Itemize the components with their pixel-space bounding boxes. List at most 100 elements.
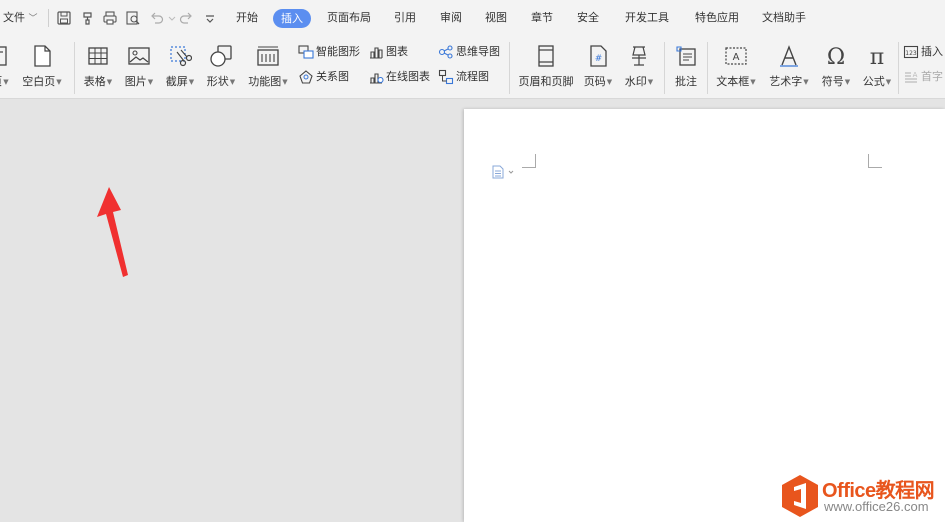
screenshot-label: 截屏: [165, 75, 188, 88]
header-footer-button[interactable]: 页眉和页脚: [516, 42, 576, 92]
flow-chart-button[interactable]: 流程图: [438, 68, 494, 86]
tab-doc-assistant[interactable]: 文档助手: [762, 0, 806, 36]
dropdown-caret-icon: ▼: [106, 78, 113, 86]
save-icon[interactable]: [56, 10, 72, 26]
divider: [509, 42, 510, 94]
text-box-button[interactable]: A 文本框▼: [712, 42, 760, 92]
document-workspace[interactable]: [0, 100, 945, 522]
dropdown-caret-icon: ▼: [3, 78, 9, 86]
site-watermark: Office教程网 www.office26.com: [780, 472, 945, 520]
symbol-button[interactable]: Ω 符号▼: [818, 42, 854, 92]
svg-text:#: #: [595, 54, 603, 64]
shapes-button[interactable]: 形状▼: [203, 42, 239, 92]
redo-icon[interactable]: [178, 10, 194, 26]
comment-button[interactable]: 批注: [670, 42, 702, 92]
table-button[interactable]: 表格▼: [80, 42, 116, 92]
format-painter-icon[interactable]: [80, 10, 96, 26]
mind-map-label: 思维导图: [456, 45, 500, 58]
blank-page-button[interactable]: 空白页▼: [18, 42, 66, 92]
svg-text:π: π: [870, 45, 884, 68]
undo-dropdown-icon[interactable]: [164, 10, 176, 26]
mind-map-button[interactable]: 思维导图: [438, 43, 504, 61]
tab-review[interactable]: 审阅: [440, 0, 462, 36]
art-text-icon: [777, 44, 801, 68]
tab-chapter[interactable]: 章节: [531, 0, 553, 36]
smart-shape-label: 智能图形: [316, 45, 360, 58]
chart-button[interactable]: 图表: [368, 43, 412, 61]
red-arrow-annotation: [95, 185, 135, 280]
page-number-button[interactable]: # 页码▼: [580, 42, 616, 92]
comment-icon: [674, 44, 698, 68]
insert-number-button[interactable]: 123 插入: [903, 43, 945, 61]
margin-corner-top-right: [868, 154, 882, 168]
page-number-icon: #: [586, 44, 610, 68]
picture-icon: [127, 44, 151, 68]
paragraph-layout-icon[interactable]: [492, 165, 518, 179]
scissors-icon: [168, 44, 192, 68]
tab-view[interactable]: 视图: [485, 0, 507, 36]
watermark-label: 水印: [624, 75, 647, 88]
watermark-icon: [627, 44, 651, 68]
header-footer-label: 页眉和页脚: [518, 75, 574, 88]
customize-toolbar-icon[interactable]: [202, 10, 218, 26]
insert-number-icon: 123: [903, 44, 919, 60]
function-chart-icon: [256, 44, 280, 68]
function-chart-button[interactable]: 功能图▼: [245, 42, 291, 92]
print-icon[interactable]: [102, 10, 118, 26]
flow-chart-icon: [438, 69, 454, 85]
watermark-button[interactable]: 水印▼: [621, 42, 657, 92]
shapes-label: 形状: [206, 75, 229, 88]
relation-chart-button[interactable]: 关系图: [298, 68, 354, 86]
tab-special-apps[interactable]: 特色应用: [695, 0, 739, 36]
tab-home[interactable]: 开始: [236, 0, 258, 36]
formula-button[interactable]: π 公式▼: [859, 42, 895, 92]
cover-page-button[interactable]: 页▼: [0, 42, 12, 92]
tab-page-layout[interactable]: 页面布局: [327, 0, 371, 36]
divider: [664, 42, 665, 94]
divider: [707, 42, 708, 94]
dropdown-caret-icon: ▼: [885, 78, 892, 86]
divider: [898, 42, 899, 94]
dropdown-caret-icon: ▼: [606, 78, 613, 86]
dropdown-caret-icon: ▼: [229, 78, 236, 86]
dropdown-caret-icon: ▼: [803, 78, 809, 86]
page-number-label: 页码: [583, 75, 606, 88]
relation-chart-label: 关系图: [316, 70, 349, 83]
undo-icon[interactable]: [149, 10, 165, 26]
file-menu[interactable]: 文件 ﹀: [3, 0, 38, 36]
margin-corner-top-left: [522, 154, 536, 168]
smart-shape-icon: [298, 44, 314, 60]
insert-number-label: 插入: [921, 45, 943, 58]
comment-label: 批注: [675, 75, 697, 88]
svg-text:Ω: Ω: [827, 45, 845, 68]
picture-button[interactable]: 图片▼: [121, 42, 157, 92]
pi-icon: π: [865, 44, 889, 68]
screenshot-button[interactable]: 截屏▼: [162, 42, 198, 92]
flow-chart-label: 流程图: [456, 70, 489, 83]
menu-bar: 文件 ﹀ 开始 插入 页面布局 引用 审阅 视图 章节 安全 开发工具 特色应用…: [0, 0, 945, 36]
dropdown-caret-icon: ▼: [147, 78, 154, 86]
tab-insert[interactable]: 插入: [273, 9, 311, 28]
omega-icon: Ω: [824, 44, 848, 68]
tab-developer[interactable]: 开发工具: [625, 0, 669, 36]
smart-shape-button[interactable]: 智能图形: [298, 43, 364, 61]
svg-text:A: A: [913, 71, 918, 79]
chevron-down-icon: ﹀: [28, 14, 38, 24]
print-preview-icon[interactable]: [125, 10, 141, 26]
online-chart-button[interactable]: 在线图表: [368, 68, 434, 86]
chart-label: 图表: [386, 45, 408, 58]
shapes-icon: [209, 44, 233, 68]
file-menu-label: 文件: [3, 11, 25, 24]
dropdown-caret-icon: ▼: [844, 78, 851, 86]
online-chart-icon: [368, 69, 384, 85]
drop-cap-button[interactable]: A 首字: [903, 68, 945, 86]
bar-chart-icon: [368, 44, 384, 60]
tab-security[interactable]: 安全: [577, 0, 599, 36]
document-page[interactable]: [464, 109, 945, 522]
drop-cap-label: 首字: [921, 70, 943, 83]
text-box-icon: A: [724, 44, 748, 68]
svg-text:123: 123: [905, 50, 917, 57]
art-text-button[interactable]: 艺术字▼: [765, 42, 813, 92]
cover-page-label: 页: [0, 75, 2, 88]
tab-references[interactable]: 引用: [394, 0, 416, 36]
